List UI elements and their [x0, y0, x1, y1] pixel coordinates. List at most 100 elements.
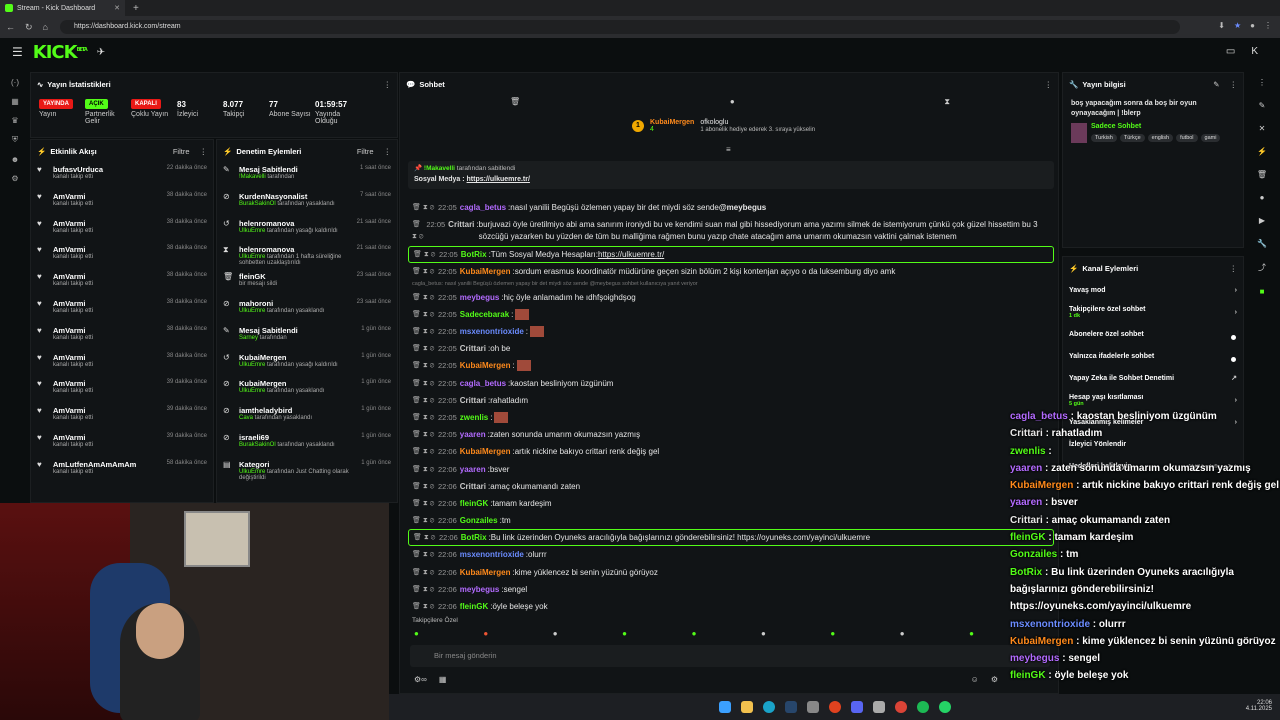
- emote-icon[interactable]: ●: [414, 629, 419, 638]
- hourglass-icon[interactable]: ⧗: [944, 97, 950, 107]
- moderation-item[interactable]: ⧗ helenromanova UlkuEmre tarafından 1 haft…: [217, 242, 397, 269]
- moderation-target[interactable]: mahoroni: [239, 299, 349, 308]
- channel-action[interactable]: Abonelere özel sohbet: [1063, 323, 1243, 345]
- stream-tag[interactable]: english: [1147, 134, 1174, 142]
- chat-message[interactable]: 🗑 ⧗ ⊘ 22:06 fleinGK: tamam kardeşim: [408, 495, 1054, 512]
- chat-message[interactable]: 🗑 ⧗ ⊘ 22:06 msxenontrioxide: olurrr: [408, 546, 1054, 563]
- moderation-target[interactable]: israeli69: [239, 433, 349, 442]
- download-icon[interactable]: ⬇: [1218, 21, 1225, 30]
- pin-icon[interactable]: ✈: [97, 47, 105, 58]
- activity-item[interactable]: ♥ AmVarmi kanalı takip etti 38 dakika önce: [31, 350, 213, 377]
- message-link[interactable]: https://ulkuemre.tr/: [598, 250, 664, 259]
- app-icon[interactable]: [806, 701, 819, 713]
- pinned-link[interactable]: https://ulkuemre.tr/: [467, 176, 530, 183]
- message-username[interactable]: Gonzailes: [460, 516, 498, 525]
- channel-action[interactable]: Yalnızca ifadelerle sohbet: [1063, 345, 1243, 367]
- chat-message[interactable]: 🗑 ⧗ ⊘ 22:05 cagla_betus: nasıl yanilii Beg…: [408, 199, 1054, 216]
- activity-user[interactable]: AmVarmi: [53, 379, 93, 388]
- stream-tag[interactable]: Türkçe: [1119, 134, 1145, 142]
- message-mod-icons[interactable]: 🗑 ⧗ ⊘: [413, 250, 439, 259]
- message-username[interactable]: yaaren: [460, 430, 486, 439]
- moderation-item[interactable]: ▤ Kategori UlkuEmre tarafından Just Chatti…: [217, 457, 397, 484]
- message-username[interactable]: meybegus: [460, 585, 500, 594]
- emote-icon[interactable]: ●: [692, 629, 697, 638]
- shield-icon[interactable]: ⛨: [12, 135, 18, 145]
- spotify-icon[interactable]: [916, 701, 929, 713]
- chat-message[interactable]: 🗑 ⧗ ⊘ 22:06 BotRix: Bu link üzerinden Oyun…: [408, 529, 1054, 547]
- moderation-item[interactable]: ✎ Mesaj Sabitlendi Sarney tarafından 1 gün …: [217, 323, 397, 350]
- chat-message[interactable]: 🗑 ⧗ ⊘ 22:05 BotRix: Tüm Sosyal Medya Hesap…: [408, 246, 1054, 264]
- new-tab-icon[interactable]: +: [133, 3, 139, 14]
- chat-message[interactable]: 🗑 ⧗ ⊘ 22:05 Crittari: burjuvazi öyle üreti…: [408, 216, 1054, 246]
- channel-action[interactable]: Yapay Zeka ile Sohbet Denetimi ↗: [1063, 367, 1243, 389]
- activity-item[interactable]: ♥ AmVarmi kanalı takip etti 38 dakika önce: [31, 269, 213, 296]
- bookmark-star-icon[interactable]: ★: [1234, 21, 1241, 30]
- message-mod-icons[interactable]: 🗑 ⧗ ⊘: [412, 430, 438, 439]
- moderation-item[interactable]: ⊘ iamtheladybird Cava tarafından yasakland…: [217, 403, 397, 430]
- video-icon[interactable]: ▶: [1259, 216, 1265, 225]
- stream-tag[interactable]: gami: [1200, 134, 1221, 142]
- chat-message-input[interactable]: Bir mesaj gönderin: [410, 645, 1050, 667]
- message-mod-icons[interactable]: 🗑 ⧗ ⊘: [412, 327, 438, 336]
- chat-message[interactable]: 🗑 ⧗ ⊘ 22:05 msxenontrioxide:: [408, 323, 1054, 340]
- chat-message[interactable]: 🗑 ⧗ ⊘ 22:06 KubaiMergen: artık nickine bak…: [408, 443, 1054, 460]
- chat-menu-icon[interactable]: ⋮: [1045, 80, 1053, 89]
- chat-message[interactable]: 🗑 ⧗ ⊘ 22:05 KubaiMergen: sordum erasmus ko…: [408, 263, 1054, 280]
- moderator-name[interactable]: BurakSakinOl: [239, 442, 276, 448]
- message-username[interactable]: cagla_betus: [460, 203, 506, 212]
- message-mod-icons[interactable]: 🗑 ⧗ ⊘: [412, 602, 438, 611]
- mod-tools-icon[interactable]: ⚙∞: [414, 675, 427, 684]
- moderator-name[interactable]: Sarney: [239, 335, 258, 341]
- layout-icon[interactable]: ▭: [1226, 46, 1235, 57]
- message-mod-icons[interactable]: 🗑 ⧗ ⊘: [412, 499, 438, 508]
- chat-message[interactable]: 🗑 ⧗ ⊘ 22:05 Crittari: rahatladım: [408, 392, 1054, 409]
- activity-item[interactable]: ♥ AmVarmi kanalı takip etti 38 dakika önce: [31, 189, 213, 216]
- activity-item[interactable]: ♥ AmVarmi kanalı takip etti 39 dakika önce: [31, 430, 213, 457]
- activity-item[interactable]: ♥ AmVarmi kanalı takip etti 38 dakika önce: [31, 296, 213, 323]
- moderation-target[interactable]: KubaiMergen: [239, 353, 349, 362]
- trash-icon[interactable]: 🗑: [1257, 170, 1267, 179]
- activity-item[interactable]: ♥ AmVarmi kanalı takip etti 38 dakika önce: [31, 216, 213, 243]
- moderation-item[interactable]: ⊘ KubaiMergen UlkuEmre tarafından yasaklan…: [217, 376, 397, 403]
- steam-icon[interactable]: [784, 701, 797, 713]
- moderation-target[interactable]: helenromanova: [239, 245, 349, 254]
- emoji-icon[interactable]: ☺: [971, 675, 979, 684]
- more-icon[interactable]: ⋮: [1258, 78, 1266, 87]
- file-explorer-icon[interactable]: [740, 701, 753, 713]
- moderator-name[interactable]: UlkuEmre: [239, 228, 265, 234]
- activity-menu-icon[interactable]: ⋮: [200, 147, 208, 156]
- message-mod-icons[interactable]: 🗑 ⧗ ⊘: [412, 267, 438, 276]
- chevron-right-icon[interactable]: ›: [1235, 309, 1237, 316]
- moderation-target[interactable]: helenromanova: [239, 219, 349, 228]
- chat-message[interactable]: 🗑 ⧗ ⊘ 22:05 meybegus: hiç öyle anlamadım h…: [408, 289, 1054, 306]
- chat-message[interactable]: 🗑 ⧗ ⊘ 22:05 Crittari: oh be: [408, 340, 1054, 357]
- moderation-item[interactable]: ⊘ israeli69 BurakSakinOl tarafından yasakl…: [217, 430, 397, 457]
- message-mention[interactable]: @meybegus: [719, 203, 766, 212]
- chevron-right-icon[interactable]: ›: [1235, 287, 1237, 294]
- activity-user[interactable]: AmVarmi: [53, 433, 93, 442]
- message-mod-icons[interactable]: 🗑 ⧗ ⊘: [412, 413, 438, 422]
- message-username[interactable]: Sadecebarak: [460, 310, 509, 319]
- discord-icon[interactable]: [850, 701, 863, 713]
- share-icon[interactable]: ⤴: [1258, 262, 1266, 273]
- moderator-name[interactable]: BurakSakinOl: [239, 201, 276, 207]
- message-mod-icons[interactable]: 🗑 ⧗ ⊘: [412, 550, 438, 559]
- activity-item[interactable]: ♥ bufasvUrduca kanalı takip etti 22 dakika …: [31, 162, 213, 189]
- url-field[interactable]: https://dashboard.kick.com/stream: [60, 20, 1180, 34]
- message-mod-icons[interactable]: 🗑 ⧗ ⊘: [412, 465, 438, 474]
- collapse-chevron-icon[interactable]: ≡: [726, 145, 731, 154]
- message-username[interactable]: KubaiMergen: [460, 361, 511, 370]
- stream-tag[interactable]: futbol: [1176, 134, 1198, 142]
- moderator-name[interactable]: UlkuEmre: [239, 362, 265, 368]
- profile-icon[interactable]: ●: [1250, 21, 1255, 30]
- moderator-name[interactable]: UlkuEmre: [239, 308, 265, 314]
- activity-user[interactable]: AmVarmi: [53, 326, 93, 335]
- chat-message[interactable]: 🗑 ⧗ ⊘ 22:05 Sadecebarak:: [408, 306, 1054, 323]
- activity-user[interactable]: AmVarmi: [53, 299, 93, 308]
- message-username[interactable]: msxenontrioxide: [460, 550, 524, 559]
- actions-menu-icon[interactable]: ⋮: [1230, 264, 1238, 273]
- emote-icon[interactable]: ●: [483, 629, 488, 638]
- chat-bubble-icon[interactable]: ●: [730, 97, 735, 107]
- message-username[interactable]: Crittari: [460, 396, 486, 405]
- channel-action[interactable]: Yavaş mod ›: [1063, 279, 1243, 301]
